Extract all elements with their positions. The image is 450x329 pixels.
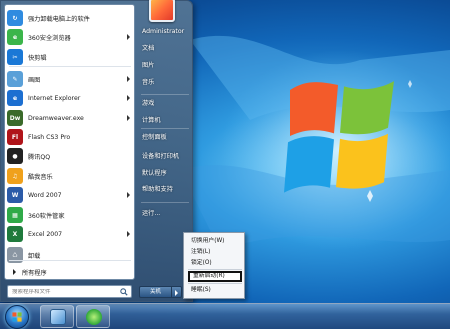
- divider: [188, 269, 242, 270]
- right-item-run[interactable]: 运行...: [138, 207, 190, 221]
- arrow-right-icon: [13, 269, 16, 275]
- submenu-arrow-icon[interactable]: [127, 192, 130, 198]
- divider: [141, 202, 189, 203]
- program-item[interactable]: ✂ 快剪辑: [7, 47, 133, 67]
- paint-icon: ✎: [7, 71, 23, 87]
- restart-item[interactable]: 重新启动(R): [188, 271, 242, 282]
- program-label: Word 2007: [28, 191, 62, 199]
- lock-item[interactable]: 锁定(O): [188, 258, 242, 269]
- submenu-arrow-icon[interactable]: [127, 115, 130, 121]
- 360-browser-icon: e: [7, 29, 23, 45]
- program-label: 360安全浏览器: [28, 34, 71, 42]
- right-item-administrator[interactable]: Administrator: [138, 25, 190, 39]
- program-label: 快剪辑: [28, 54, 47, 62]
- excel-icon: X: [7, 226, 23, 242]
- divider: [9, 66, 131, 67]
- word-icon: W: [7, 187, 23, 203]
- right-item-help-support[interactable]: 帮助和支持: [138, 183, 190, 197]
- submenu-arrow-icon[interactable]: [127, 76, 130, 82]
- program-item[interactable]: Dw Dreamweaver.exe: [7, 108, 133, 128]
- divider: [188, 283, 242, 284]
- pinned-programs-pane: 所有程序 ↻ 强力卸载电脑上的软件 e 360安全浏览器 ✂ 快剪辑 ✎ 画图 e Interne…: [4, 4, 135, 280]
- switch-user-item[interactable]: 切换用户(W): [188, 236, 242, 247]
- taskbar-explorer-button[interactable]: [40, 305, 74, 328]
- shutdown-options-arrow[interactable]: [172, 286, 182, 298]
- divider: [141, 128, 189, 129]
- submenu-arrow-icon[interactable]: [127, 231, 130, 237]
- windows-flag-icon: [12, 312, 22, 322]
- right-item-pictures[interactable]: 图片: [138, 59, 190, 73]
- program-item[interactable]: W Word 2007: [7, 185, 133, 205]
- start-search-box[interactable]: [7, 285, 132, 298]
- program-item[interactable]: ✎ 画图: [7, 69, 133, 89]
- program-label: 卸载: [28, 252, 41, 260]
- program-item[interactable]: X Excel 2007: [7, 224, 133, 244]
- start-menu: 所有程序 ↻ 强力卸载电脑上的软件 e 360安全浏览器 ✂ 快剪辑 ✎ 画图 e Interne…: [0, 0, 193, 302]
- program-label: Excel 2007: [28, 230, 63, 238]
- taskbar-360-browser-button[interactable]: [76, 305, 110, 328]
- program-item[interactable]: ● 腾讯QQ: [7, 146, 133, 166]
- search-input[interactable]: [12, 288, 117, 295]
- program-item[interactable]: Fl Flash CS3 Pro: [7, 127, 133, 147]
- program-label: Flash CS3 Pro: [28, 133, 71, 141]
- uninstaller-icon: ↻: [7, 10, 23, 26]
- program-label: 强力卸载电脑上的软件: [28, 15, 90, 23]
- right-item-devices-printers[interactable]: 设备和打印机: [138, 150, 190, 164]
- shutdown-button[interactable]: 关机: [139, 286, 172, 298]
- submenu-arrow-icon[interactable]: [127, 34, 130, 40]
- right-item-computer[interactable]: 计算机: [138, 114, 190, 128]
- shutdown-submenu: 切换用户(W) 注销(L) 锁定(O) 重新启动(R) 睡眠(S): [183, 232, 245, 299]
- kuwo-music-icon: ♫: [7, 168, 23, 184]
- right-item-documents[interactable]: 文档: [138, 42, 190, 56]
- submenu-arrow-icon[interactable]: [127, 95, 130, 101]
- 360-browser-icon: [86, 309, 102, 325]
- kuaijianji-icon: ✂: [7, 49, 23, 65]
- user-avatar[interactable]: [149, 0, 175, 22]
- internet-explorer-icon: e: [7, 90, 23, 106]
- program-item[interactable]: e Internet Explorer: [7, 88, 133, 108]
- dreamweaver-icon: Dw: [7, 110, 23, 126]
- sleep-item[interactable]: 睡眠(S): [188, 285, 242, 296]
- right-item-control-panel[interactable]: 控制面板: [138, 131, 190, 145]
- program-item[interactable]: e 360安全浏览器: [7, 27, 133, 47]
- all-programs-button[interactable]: 所有程序: [7, 265, 133, 279]
- log-off-item[interactable]: 注销(L): [188, 247, 242, 258]
- window-icon: [50, 309, 66, 325]
- program-label: 酷我音乐: [28, 173, 53, 181]
- flash-icon: Fl: [7, 129, 23, 145]
- right-item-default-programs[interactable]: 默认程序: [138, 167, 190, 181]
- right-item-games[interactable]: 游戏: [138, 97, 190, 111]
- program-item[interactable]: ↻ 强力卸载电脑上的软件: [7, 8, 133, 28]
- program-label: 360软件管家: [28, 212, 65, 220]
- qq-icon: ●: [7, 148, 23, 164]
- program-label: 画图: [28, 76, 41, 84]
- start-button[interactable]: [5, 305, 29, 329]
- program-item[interactable]: ♺ 卸载: [7, 245, 133, 265]
- right-item-music[interactable]: 音乐: [138, 76, 190, 90]
- divider: [9, 260, 131, 261]
- search-icon[interactable]: [120, 288, 128, 296]
- program-item[interactable]: ♫ 酷我音乐: [7, 166, 133, 186]
- program-label: Dreamweaver.exe: [28, 114, 84, 122]
- all-programs-label: 所有程序: [22, 269, 47, 277]
- program-item[interactable]: ▦ 360软件管家: [7, 205, 133, 225]
- divider: [141, 94, 189, 95]
- program-label: 腾讯QQ: [28, 153, 51, 161]
- 360-software-manager-icon: ▦: [7, 207, 23, 223]
- program-label: Internet Explorer: [28, 94, 81, 102]
